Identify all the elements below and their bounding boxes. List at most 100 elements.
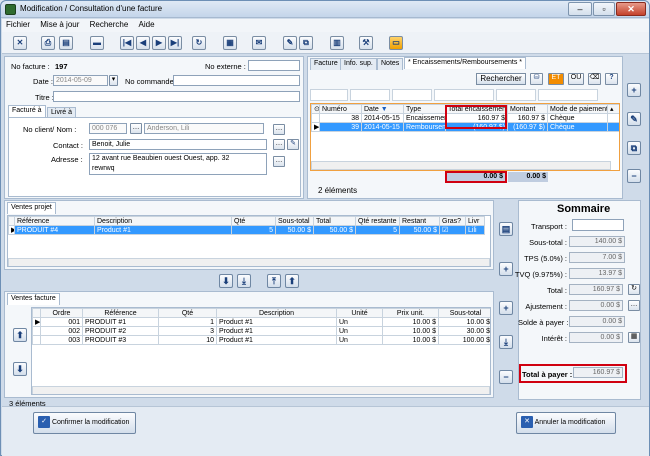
col-prix-unit[interactable]: Prix unit. bbox=[382, 308, 439, 318]
col-qte[interactable]: Qté bbox=[158, 308, 217, 318]
move-down-icon[interactable]: ⬇ bbox=[219, 274, 233, 288]
col-reference[interactable]: Référence bbox=[14, 216, 95, 226]
cancel-x-icon[interactable]: ✕ bbox=[13, 36, 27, 50]
add-encaissement-button[interactable]: + bbox=[627, 83, 641, 97]
row-down-icon[interactable]: ⬇ bbox=[13, 362, 27, 376]
email-icon[interactable]: ✉ bbox=[252, 36, 266, 50]
add-vente-projet-button[interactable]: + bbox=[499, 262, 513, 276]
copy-encaissement-button[interactable]: ⧉ bbox=[627, 141, 641, 155]
print-icon[interactable]: ⎙ bbox=[41, 36, 55, 50]
table-row[interactable]: 002 PRODUIT #2 3 Product #1 Un 10.00 $ 3… bbox=[32, 326, 490, 336]
edit-encaissement-button[interactable]: ✎ bbox=[627, 112, 641, 126]
tab-info-sup[interactable]: Info. sup. bbox=[340, 58, 377, 70]
move-bottom-icon[interactable]: ⤓ bbox=[237, 274, 251, 288]
table-row[interactable]: ▶ 001 PRODUIT #1 1 Product #1 Un 10.00 $… bbox=[32, 317, 490, 327]
menu-mise-a-jour[interactable]: Mise à jour bbox=[36, 19, 83, 30]
document-icon[interactable]: ▦ bbox=[223, 36, 237, 50]
ou-button[interactable]: OU bbox=[568, 73, 584, 85]
edit-icon[interactable]: ✎ bbox=[283, 36, 297, 50]
col-numero[interactable]: Numéro bbox=[319, 104, 362, 114]
col-type[interactable]: Type bbox=[403, 104, 446, 114]
col-ordre[interactable]: Ordre bbox=[40, 308, 83, 318]
next-record-icon[interactable]: ▶ bbox=[152, 36, 166, 50]
rechercher-button[interactable]: Rechercher bbox=[476, 73, 526, 85]
client-search-button[interactable]: … bbox=[130, 123, 142, 134]
add-to-project-icon[interactable]: ▤ bbox=[499, 222, 513, 236]
date-input[interactable]: 2014-05-09 bbox=[53, 75, 108, 86]
contact-edit-icon[interactable]: ✎ bbox=[287, 139, 299, 150]
import-vente-icon[interactable]: ⤓ bbox=[499, 335, 513, 349]
no-client-input[interactable]: 000 076 bbox=[89, 123, 127, 134]
et-button[interactable]: ET bbox=[548, 73, 564, 85]
recalculate-icon[interactable]: ↻ bbox=[628, 284, 640, 295]
transport-input[interactable] bbox=[572, 219, 624, 231]
tab-notes[interactable]: Notes bbox=[377, 58, 404, 70]
move-top-icon[interactable]: ⤒ bbox=[267, 274, 281, 288]
col-date[interactable]: Date ▼ bbox=[361, 104, 404, 114]
first-record-icon[interactable]: |◀ bbox=[120, 36, 134, 50]
filter-mode[interactable] bbox=[538, 89, 598, 101]
horizontal-scrollbar[interactable] bbox=[8, 258, 490, 266]
col-description[interactable]: Description bbox=[216, 308, 337, 318]
minimize-button[interactable]: ‒ bbox=[568, 2, 592, 16]
preview-icon[interactable]: ▤ bbox=[59, 36, 73, 50]
row-up-icon[interactable]: ⬆ bbox=[13, 328, 27, 342]
eraser-icon[interactable]: ⌫ bbox=[588, 73, 601, 85]
cell-gras-checkbox[interactable]: ☑ bbox=[439, 225, 466, 235]
menu-fichier[interactable]: Fichier bbox=[2, 19, 34, 30]
col-reference[interactable]: Référence bbox=[82, 308, 159, 318]
ajustement-button[interactable]: … bbox=[628, 300, 640, 311]
close-button[interactable]: ✕ bbox=[616, 2, 646, 16]
col-livr[interactable]: Livr bbox=[465, 216, 485, 226]
folder-icon[interactable]: ▭ bbox=[389, 36, 403, 50]
table-row-selected[interactable]: ▶ PRODUIT #4 Product #1 5 50.00 $ 50.00 … bbox=[8, 225, 485, 235]
client-details-button[interactable]: … bbox=[273, 124, 285, 135]
date-dropdown-icon[interactable]: ▾ bbox=[109, 75, 118, 86]
contact-search-button[interactable]: … bbox=[273, 139, 285, 150]
filter-total[interactable] bbox=[434, 89, 494, 101]
copy-icon[interactable]: ⧉ bbox=[299, 36, 313, 50]
adresse-button[interactable]: … bbox=[273, 156, 285, 167]
client-name-input[interactable]: Anderson, Lili bbox=[144, 123, 264, 134]
remove-vente-facture-button[interactable]: − bbox=[499, 370, 513, 384]
tab-facture-a[interactable]: Facturé à bbox=[8, 105, 46, 117]
horizontal-scrollbar[interactable] bbox=[311, 161, 611, 170]
col-total[interactable]: Total bbox=[313, 216, 356, 226]
previous-record-icon[interactable]: ◀ bbox=[136, 36, 150, 50]
filter-montant[interactable] bbox=[496, 89, 536, 101]
col-sous-total[interactable]: Sous-total bbox=[438, 308, 490, 318]
col-qte-restante[interactable]: Qté restante bbox=[355, 216, 400, 226]
col-montant[interactable]: Montant bbox=[507, 104, 548, 114]
cancel-button[interactable]: ✕ Annuler la modification bbox=[516, 412, 616, 434]
last-record-icon[interactable]: ▶| bbox=[168, 36, 182, 50]
col-restant[interactable]: Restant bbox=[399, 216, 440, 226]
move-up-icon[interactable]: ⬆ bbox=[285, 274, 299, 288]
tab-encaissements[interactable]: * Encaissements/Remboursements * bbox=[404, 57, 526, 69]
confirm-button[interactable]: ✓ Confirmer la modification bbox=[33, 412, 136, 434]
filter-type[interactable] bbox=[392, 89, 432, 101]
menu-recherche[interactable]: Recherche bbox=[86, 19, 133, 30]
tools-icon[interactable]: ⚒ bbox=[359, 36, 373, 50]
tab-ventes-projet[interactable]: Ventes projet bbox=[7, 202, 56, 214]
help-button[interactable]: ? bbox=[605, 73, 618, 85]
filter-date[interactable] bbox=[350, 89, 390, 101]
contact-input[interactable]: Benoit, Julie bbox=[89, 139, 267, 150]
tab-facture[interactable]: Facture bbox=[310, 58, 342, 70]
tab-ventes-facture[interactable]: Ventes facture bbox=[7, 293, 60, 305]
col-sous-total[interactable]: Sous-total bbox=[275, 216, 314, 226]
no-commande-input[interactable] bbox=[173, 75, 300, 86]
col-gras[interactable]: Gras? bbox=[439, 216, 466, 226]
adresse-textarea[interactable]: 12 avant rue Beaubien ouest Ouest, app. … bbox=[89, 153, 267, 175]
no-externe-input[interactable] bbox=[248, 60, 300, 71]
titre-input[interactable] bbox=[53, 91, 300, 102]
interet-calendar-icon[interactable]: ▦ bbox=[628, 332, 640, 343]
col-unite[interactable]: Unité bbox=[336, 308, 383, 318]
horizontal-scrollbar[interactable] bbox=[32, 386, 490, 394]
filter-numero[interactable] bbox=[310, 89, 348, 101]
filter-icon[interactable]: ⛁ bbox=[530, 73, 543, 85]
maximize-button[interactable]: ▫ bbox=[593, 2, 615, 16]
calculator-icon[interactable]: ▥ bbox=[330, 36, 344, 50]
save-icon[interactable]: ▬ bbox=[90, 36, 104, 50]
remove-encaissement-button[interactable]: − bbox=[627, 169, 641, 183]
menu-aide[interactable]: Aide bbox=[135, 19, 159, 30]
